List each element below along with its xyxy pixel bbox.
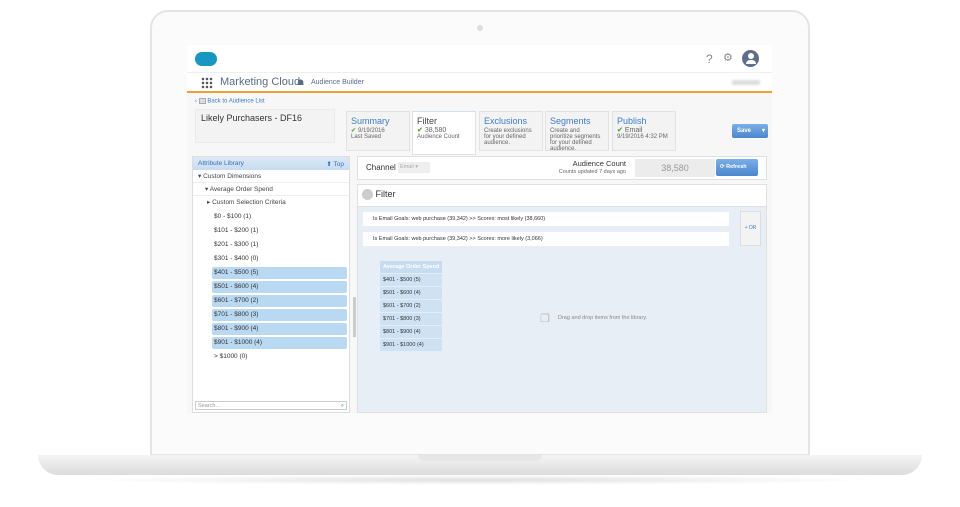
gear-icon[interactable]: ⚙ <box>723 51 733 64</box>
library-option[interactable]: $701 - $800 (3) <box>212 309 347 321</box>
audience-icon: ☗ <box>297 78 305 87</box>
filter-header: Filter <box>358 185 766 207</box>
tree-average-order-spend[interactable]: ▾ Average Order Spend <box>193 183 349 196</box>
tab-segments[interactable]: Segments Create and prioritize segments f… <box>545 111 609 152</box>
group-item: $801 - $900 (4) <box>380 326 442 339</box>
tab-label: Summary <box>351 116 390 126</box>
avatar[interactable] <box>742 50 759 67</box>
library-option[interactable]: $0 - $100 (1) <box>212 211 347 223</box>
help-icon[interactable]: ? <box>706 52 713 66</box>
scrollbar[interactable] <box>353 297 356 337</box>
audience-title-box: Likely Purchasers - DF16 <box>195 109 335 143</box>
library-option[interactable]: $801 - $900 (4) <box>212 323 347 335</box>
channel-bar: Channel Email ▾ Audience Count Counts up… <box>357 156 767 180</box>
module-name: Audience Builder <box>311 79 364 86</box>
tab-label: Segments <box>550 116 591 126</box>
check-icon: ✔ <box>417 127 423 134</box>
audience-count-value: 38,580 <box>635 159 715 177</box>
refresh-icon: ⟳ <box>720 164 725 170</box>
library-option[interactable]: $901 - $1000 (4) <box>212 337 347 349</box>
group-item: $601 - $700 (2) <box>380 300 442 313</box>
laptop-base <box>38 455 922 475</box>
refresh-button[interactable]: ⟳ Refresh <box>716 159 758 176</box>
group-item: $401 - $500 (5) <box>380 274 442 287</box>
tab-label: Exclusions <box>484 116 528 126</box>
tab-label: Publish <box>617 116 647 126</box>
group-item: $901 - $1000 (4) <box>380 339 442 352</box>
criteria-row[interactable]: Is Email Goals: web purchase (39,342) >>… <box>363 212 729 226</box>
camera <box>477 25 483 31</box>
library-option[interactable]: $101 - $200 (1) <box>212 225 347 237</box>
filter-icon <box>362 189 373 201</box>
group-item: $501 - $600 (4) <box>380 287 442 300</box>
top-bar: ? ⚙ <box>187 45 772 73</box>
app-screen: ? ⚙ Marketing Cloud ☗ Audience Builder ‹… <box>187 45 772 413</box>
tab-exclusions[interactable]: Exclusions Create exclusions for your def… <box>479 111 543 151</box>
search-icon[interactable]: ⌕ <box>341 402 344 410</box>
save-button[interactable]: Save ▾ <box>732 124 768 138</box>
library-option[interactable]: $601 - $700 (2) <box>212 295 347 307</box>
or-button[interactable]: + OR <box>740 211 761 246</box>
library-option[interactable]: $301 - $400 (0) <box>212 253 347 265</box>
criteria-group[interactable]: Average Order Spend $401 - $500 (5) $501 … <box>380 261 442 352</box>
group-title: Average Order Spend <box>380 261 442 274</box>
app-name: Marketing Cloud <box>220 76 301 88</box>
tree-custom-criteria[interactable]: ▸ Custom Selection Criteria <box>193 196 349 209</box>
user-name-blurred <box>732 80 760 85</box>
tab-label: Filter <box>417 116 437 126</box>
library-search-input[interactable]: Search... ⌕ <box>195 401 347 410</box>
filter-title: Filter <box>375 189 396 199</box>
back-link[interactable]: ‹ Back to Audience List <box>195 98 265 105</box>
app-bar: Marketing Cloud ☗ Audience Builder <box>187 73 772 93</box>
library-header: Attribute Library ⬆ Top <box>193 157 349 170</box>
salesforce-logo <box>195 52 217 66</box>
laptop-shadow <box>80 475 880 485</box>
audience-count-label: Audience Count <box>572 159 626 168</box>
tab-summary[interactable]: Summary ✔ 9/19/2016 Last Saved <box>346 111 410 151</box>
top-link[interactable]: ⬆ Top <box>326 160 344 168</box>
tab-filter[interactable]: Filter ✔ 38,580 Audience Count <box>412 111 476 155</box>
tab-publish[interactable]: Publish ✔ Email 9/19/2016 4:32 PM <box>612 111 676 151</box>
group-item: $701 - $800 (3) <box>380 313 442 326</box>
app-launcher-icon[interactable] <box>201 77 213 89</box>
drag-drop-icon: ❐ <box>540 313 550 325</box>
attribute-library: Attribute Library ⬆ Top ▾ Custom Dimensio… <box>192 156 356 413</box>
library-option[interactable]: > $1000 (0) <box>212 351 347 363</box>
filter-panel: Filter Is Email Goals: web purchase (39,… <box>357 184 767 413</box>
audience-title: Likely Purchasers - DF16 <box>201 113 303 123</box>
check-icon: ✔ <box>617 127 623 134</box>
channel-select[interactable]: Email ▾ <box>398 162 430 173</box>
library-option[interactable]: $201 - $300 (1) <box>212 239 347 251</box>
back-link-label[interactable]: Back to Audience List <box>207 99 264 105</box>
criteria-row[interactable]: Is Email Goals: web purchase (39,342) >>… <box>363 232 729 246</box>
channel-label: Channel <box>366 163 396 172</box>
tree-custom-dimensions[interactable]: ▾ Custom Dimensions <box>193 170 349 183</box>
counts-updated: Counts updated 7 days ago <box>558 169 626 175</box>
library-option[interactable]: $401 - $500 (5) <box>212 267 347 279</box>
library-option[interactable]: $501 - $600 (4) <box>212 281 347 293</box>
drop-hint: Drag and drop items from the library. <box>558 315 648 321</box>
